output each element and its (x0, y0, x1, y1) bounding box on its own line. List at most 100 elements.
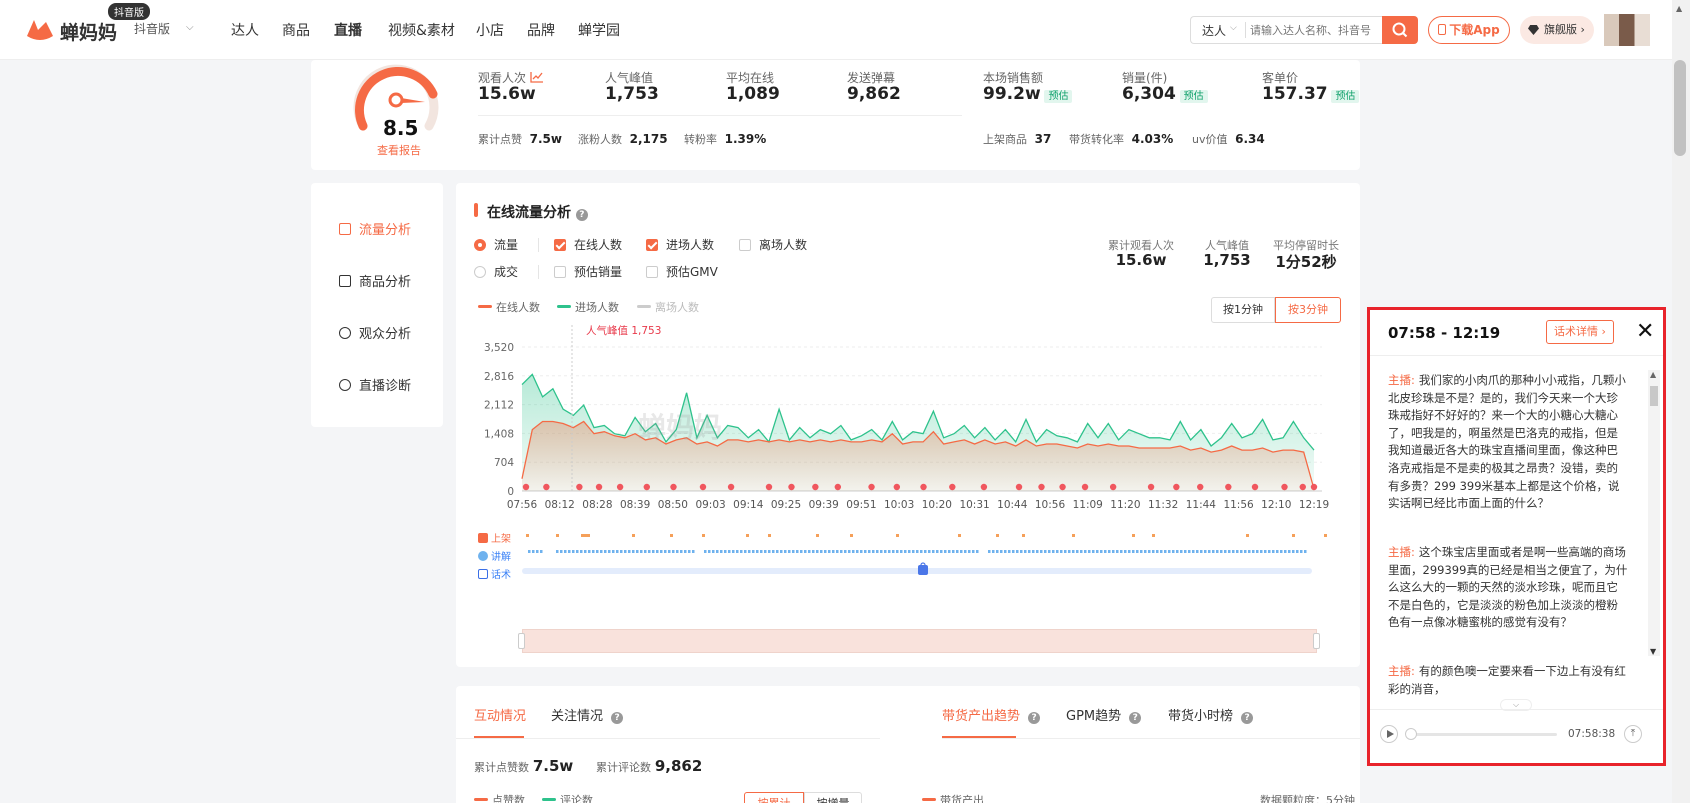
explain-marker (1224, 550, 1227, 553)
explain-marker (1036, 550, 1039, 553)
explain-marker (1116, 550, 1119, 553)
explain-marker (740, 550, 743, 553)
explain-marker (808, 550, 811, 553)
trend-icon[interactable] (530, 71, 544, 83)
nav-item-academy[interactable]: 蝉学园 (578, 20, 620, 40)
check-est-sales[interactable]: 预估销量 (554, 263, 622, 280)
audio-progress-handle[interactable] (1405, 728, 1417, 740)
legend-leave[interactable]: 离场人数 (637, 299, 699, 315)
by-incr-button[interactable]: 按增量 (804, 792, 862, 803)
score-value: 8.5 (383, 116, 419, 140)
tab-interaction[interactable]: 互动情况 (474, 705, 526, 724)
goods-bag-icon (920, 483, 927, 491)
event-tracks[interactable] (456, 528, 1360, 588)
legend-enter[interactable]: 进场人数 (557, 299, 619, 315)
scroll-down-arrow-icon[interactable]: ▼ (1650, 647, 1656, 656)
explain-marker (704, 550, 707, 553)
range-handle-left[interactable] (518, 633, 525, 649)
nav-item-talent[interactable]: 达人 (231, 20, 259, 40)
script-detail-button[interactable]: 话术详情 › (1546, 320, 1614, 344)
explain-marker (680, 550, 683, 553)
help-icon[interactable]: ? (1241, 712, 1254, 724)
range-handle-right[interactable] (1313, 633, 1320, 649)
legend-likes[interactable]: 点赞数 (474, 792, 525, 803)
close-icon[interactable]: ✕ (1636, 319, 1654, 344)
help-icon[interactable]: ? (611, 712, 624, 724)
radio-deal[interactable]: 成交 (474, 263, 518, 280)
scroll-up-arrow-icon[interactable]: ▲ (1676, 4, 1682, 13)
tab-follow[interactable]: 关注情况 ? (551, 705, 624, 724)
radio-traffic[interactable]: 流量 (474, 236, 518, 253)
y-tick-label: 704 (494, 457, 514, 469)
menu-item-audience[interactable]: 观众分析 (339, 323, 411, 342)
transcript-scrollbar[interactable] (1648, 370, 1660, 656)
stat-fan-rate: 转粉率 1.39% (684, 132, 767, 146)
menu-item-diagnosis[interactable]: 直播诊断 (339, 375, 411, 394)
y-tick-label: 1,408 (484, 428, 514, 440)
listing-marker (768, 534, 771, 537)
explain-marker (1280, 550, 1283, 553)
script-detail-panel: 07:58 - 12:19 话术详情 › ✕ 主播: 我们家的小肉爪的那种小小戒指… (1367, 307, 1666, 766)
by-total-button[interactable]: 按累计 (744, 792, 804, 803)
download-app-button[interactable]: 下载App (1428, 16, 1510, 44)
by-1min-button[interactable]: 按1分钟 (1211, 297, 1275, 323)
range-slider[interactable] (522, 629, 1317, 653)
goods-bag-icon (699, 483, 707, 491)
search-button[interactable] (1382, 16, 1418, 44)
check-leave[interactable]: 离场人数 (739, 236, 807, 253)
audio-progress[interactable] (1407, 733, 1557, 736)
help-icon[interactable]: ? (1129, 712, 1142, 724)
nav-item-brand[interactable]: 品牌 (527, 20, 555, 40)
help-icon[interactable]: ? (1028, 712, 1041, 724)
transcript-scrollbar-thumb[interactable] (1650, 386, 1658, 406)
scroll-up-arrow-icon[interactable]: ▲ (1650, 370, 1656, 379)
explain-marker (912, 550, 915, 553)
chevron-down-icon[interactable]: ⌵ (186, 22, 194, 33)
by-3min-button[interactable]: 按3分钟 (1275, 297, 1341, 323)
explain-marker (1104, 550, 1107, 553)
legend-output[interactable]: 带货产出 (922, 792, 984, 803)
nav-item-video[interactable]: 视频&素材 (388, 20, 455, 40)
nav-item-goods[interactable]: 商品 (282, 20, 310, 40)
search-icon (1392, 22, 1408, 38)
explain-marker (1220, 550, 1223, 553)
traffic-chart[interactable]: 0 704 1,408 2,112 2,816 3,520 07:56 08:12 08:28… (456, 323, 1360, 533)
chevron-down-icon[interactable]: ⌵ (1230, 23, 1237, 33)
explain-marker (532, 550, 535, 553)
version-select[interactable]: 抖音版 (134, 20, 170, 37)
play-button[interactable] (1380, 725, 1398, 743)
tab-hour-rank[interactable]: 带货小时榜 ? (1168, 705, 1254, 724)
explain-marker (664, 550, 667, 553)
explain-marker (792, 550, 795, 553)
goods-bag-icon (522, 483, 530, 491)
help-icon[interactable]: ? (575, 209, 588, 221)
view-report-link[interactable]: 查看报告 (377, 142, 421, 158)
explain-marker (988, 550, 991, 553)
check-enter[interactable]: 进场人数 (646, 236, 714, 253)
nav-item-shop[interactable]: 小店 (476, 20, 504, 40)
goods-bag-icon (812, 483, 819, 491)
search-type-select[interactable]: 达人 (1202, 22, 1226, 39)
legend-comments[interactable]: 评论数 (542, 792, 593, 803)
legend-online[interactable]: 在线人数 (478, 299, 540, 315)
scroll-top-icon[interactable]: ⤒ (1624, 725, 1642, 743)
explain-marker (828, 550, 831, 553)
explain-marker (920, 550, 923, 553)
tab-gpm-trend[interactable]: GPM趋势 ? (1066, 705, 1142, 724)
logo-text[interactable]: 蝉妈妈 (60, 18, 117, 45)
logo-icon[interactable] (24, 14, 56, 44)
avatar[interactable] (1604, 14, 1650, 46)
flagship-button[interactable]: 旗舰版 › (1520, 16, 1594, 44)
menu-item-traffic[interactable]: 流量分析 (339, 219, 411, 238)
search-input[interactable] (1250, 17, 1380, 43)
stat-danmaku-value: 9,862 (847, 84, 901, 104)
explain-marker (928, 550, 931, 553)
page-scrollbar-thumb[interactable] (1674, 60, 1686, 156)
menu-item-goods[interactable]: 商品分析 (339, 271, 411, 290)
nav-item-live[interactable]: 直播 (334, 20, 362, 40)
explain-marker (908, 550, 911, 553)
check-est-gmv[interactable]: 预估GMV (646, 263, 718, 280)
tab-output-trend[interactable]: 带货产出趋势 ? (942, 705, 1041, 724)
check-online[interactable]: 在线人数 (554, 236, 622, 253)
explain-marker (1172, 550, 1175, 553)
